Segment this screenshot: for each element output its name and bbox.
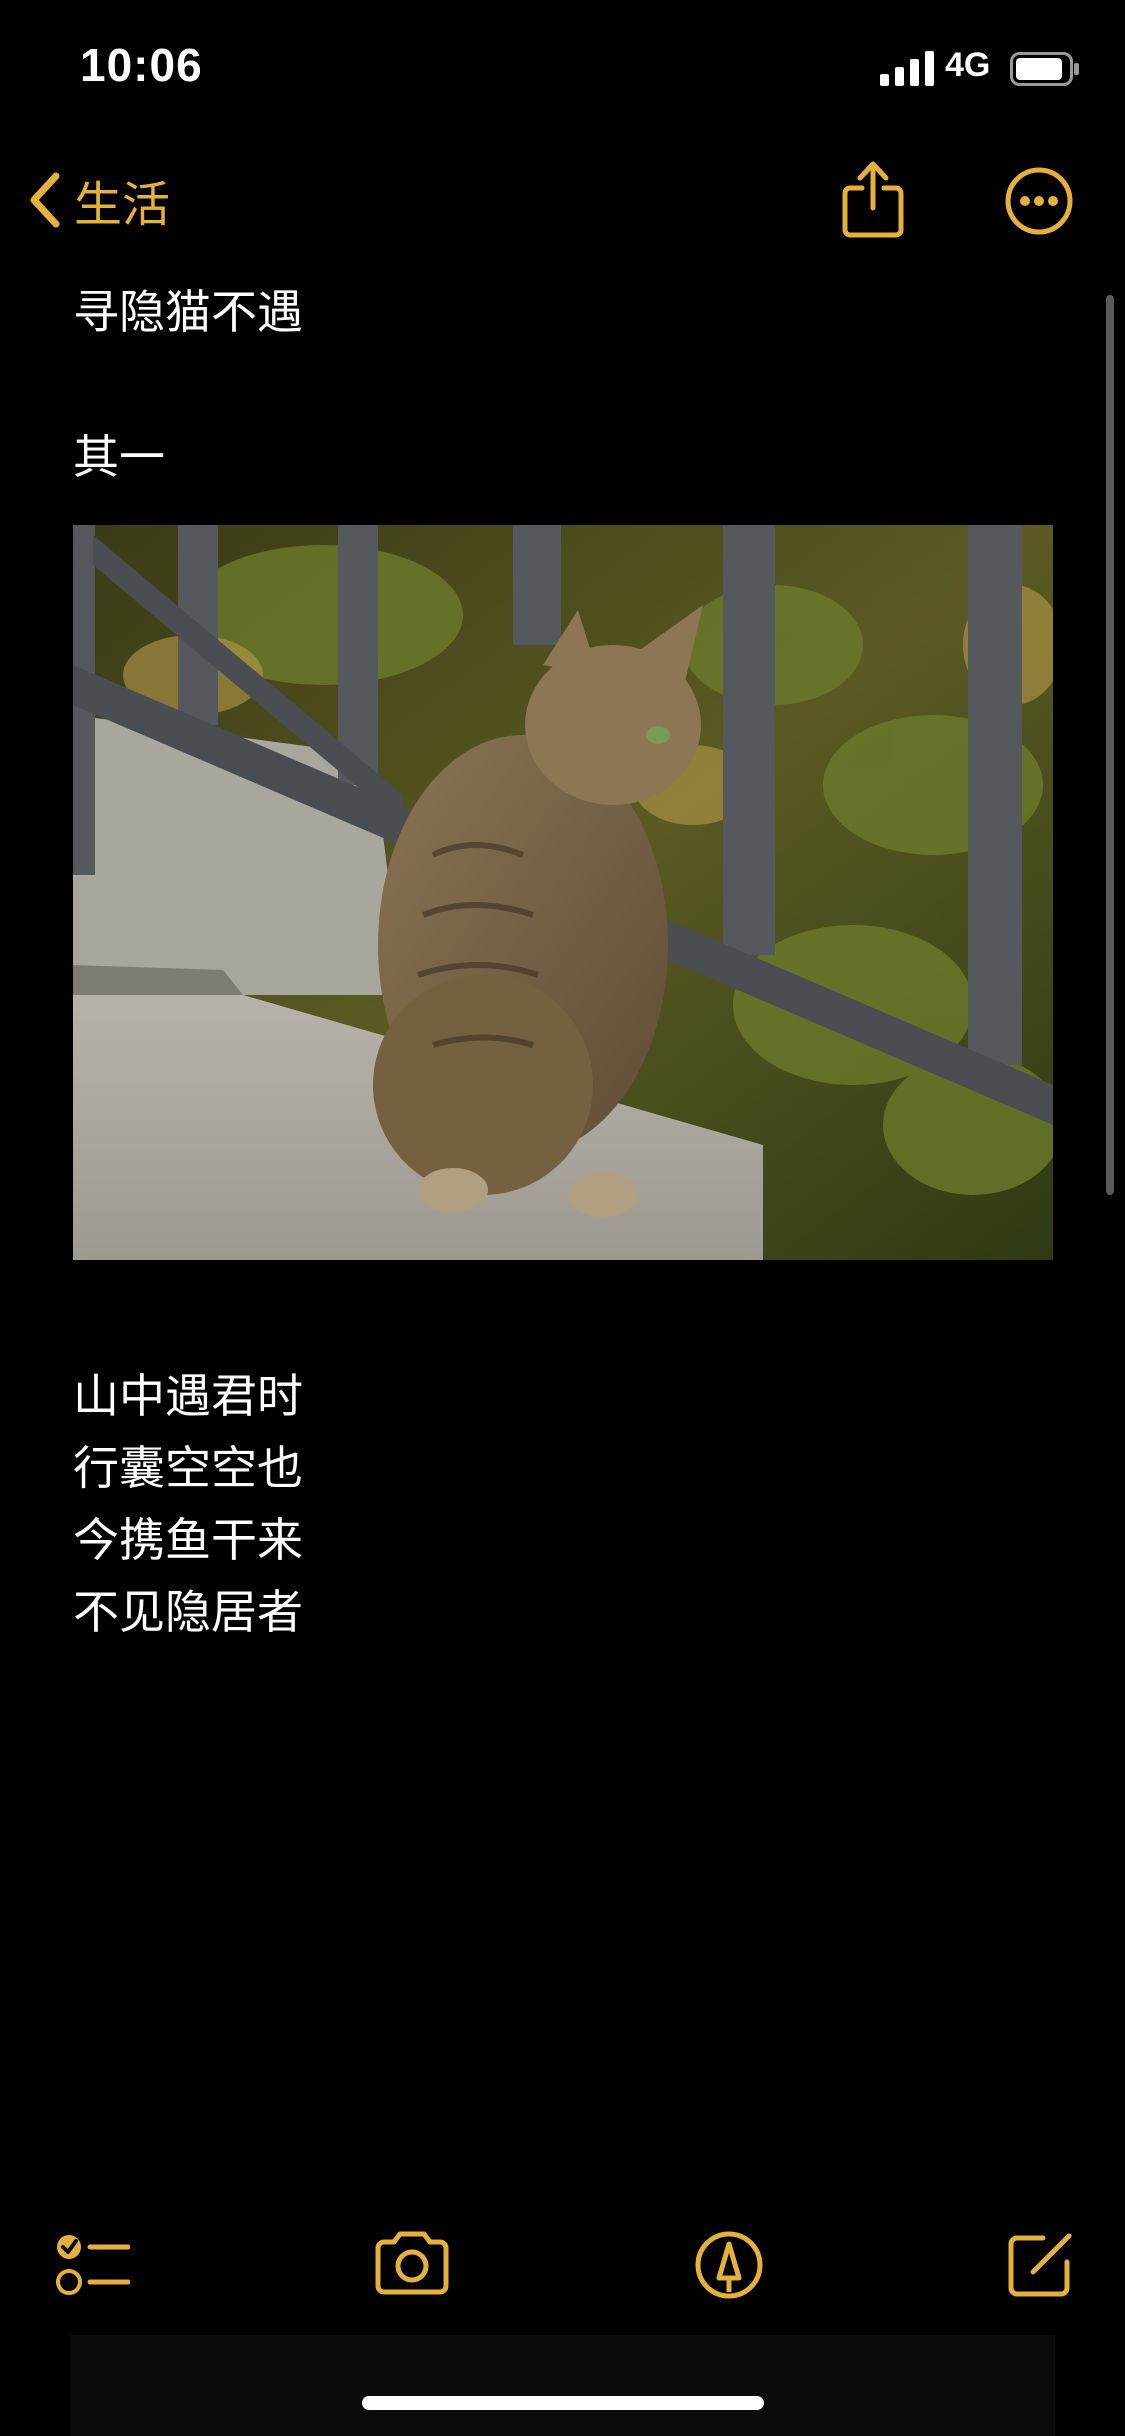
signal-strength-icon (880, 51, 934, 86)
poem-line: 行囊空空也 (73, 1441, 303, 1495)
back-label: 生活 (74, 177, 171, 233)
note-subtitle: 其一 (73, 430, 165, 484)
cat-photo-illustration (73, 525, 1053, 1260)
status-time: 10:06 (80, 39, 203, 91)
home-indicator[interactable] (362, 2396, 764, 2410)
poem-line: 今携鱼干来 (73, 1513, 303, 1567)
note-title: 寻隐猫不遇 (73, 285, 303, 339)
ellipsis-circle-icon[interactable] (1004, 166, 1074, 236)
camera-icon[interactable] (372, 2230, 452, 2296)
poem-line: 不见隐居者 (73, 1585, 303, 1639)
nav-bar: 生活 (0, 150, 1125, 250)
note-poem: 山中遇君时 行囊空空也 今携鱼干来 不见隐居者 (73, 1360, 303, 1648)
pen-circle-icon[interactable] (694, 2230, 764, 2300)
share-icon[interactable] (840, 158, 906, 240)
chevron-left-icon (30, 172, 60, 228)
checklist-icon[interactable] (54, 2230, 130, 2300)
back-button[interactable]: 生活 (26, 168, 171, 233)
cat-photo[interactable] (73, 525, 1053, 1260)
network-type: 4G (945, 46, 991, 84)
bottom-toolbar (0, 2210, 1125, 2330)
note-body[interactable]: 寻隐猫不遇 其一 山中遇君时 行囊空空也 今携鱼干来 不见隐居者 (73, 280, 1053, 1639)
status-bar: 10:06 4G (0, 0, 1125, 140)
compose-icon[interactable] (1005, 2230, 1075, 2300)
scrollbar[interactable] (1106, 295, 1114, 1195)
battery-icon (1010, 52, 1079, 86)
keyboard-area-shadow (70, 2335, 1055, 2436)
poem-line: 山中遇君时 (73, 1369, 303, 1423)
